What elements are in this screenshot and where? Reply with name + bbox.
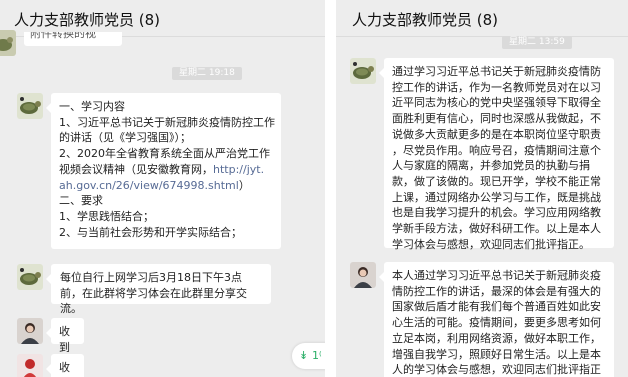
message-timestamp: 星期二 13:59 xyxy=(502,36,572,49)
message-line: 心生活的可能。疫情期间，要更多思考如何 xyxy=(392,316,601,330)
notice-line: 二、要求 xyxy=(59,194,103,208)
message-line: ，尽党员作用。响应号召，疫情期间注意个 xyxy=(392,143,601,157)
notice-line: 1、习近平总书记关于新冠肺炎疫情防控工作 xyxy=(59,115,275,129)
message-line: 学新手段方法，做好科研工作。以上是本人 xyxy=(392,222,601,236)
notice-line: 一、学习内容 xyxy=(59,100,125,113)
unread-count: 1⁽ xyxy=(312,349,322,362)
message-line: 人的学习体会与感想，欢迎同志们批评指正 xyxy=(392,363,601,377)
message-line: 本人通过学习习近平总书记关于新冠肺炎疫 xyxy=(392,269,601,282)
avatar-user[interactable] xyxy=(17,354,43,377)
previous-message-text: 附件转换的视 xyxy=(30,32,96,40)
right-chat-window: 人力支部教师党员 (8) 星期二 13:59 通过学习习近平总书记关于新冠肺炎疫… xyxy=(336,0,628,377)
title-divider xyxy=(336,36,628,37)
message-line: 款，做了该做的。现已开学，学校不能正常 xyxy=(392,174,601,188)
message-line: 控工作的讲话，作为一名教师党员对在以习 xyxy=(392,80,601,94)
deadline-message-text: 每位自行上网学习后3月18日下午3点前，在此群将学习体会在此群里分享交流。 xyxy=(60,271,247,316)
avatar-user[interactable] xyxy=(350,262,376,288)
avatar-turtle[interactable] xyxy=(350,58,376,84)
message-line: 增强自我学习，照顾好日常生活。以上是本 xyxy=(392,347,601,361)
reply-text: 收到 xyxy=(59,361,70,377)
message-line: 学习体会与感想，欢迎同志们批评指正。 xyxy=(392,237,590,251)
message-line: 面胜利更有信心，同时也深感从我做起，不 xyxy=(392,112,601,126)
education-site-link[interactable]: http://jyt. xyxy=(213,163,264,176)
left-chat-window: 人力支部教师党员 (8) 附件转换的视 星期二 19:18 一、学习内容 1、习… xyxy=(0,0,325,377)
message-line: 说做多大贡献更多的是在本职岗位坚守职责 xyxy=(392,127,601,141)
chat-title: 人力支部教师党员 (8) xyxy=(14,11,161,29)
message-line: 近平同志为核心的党中央坚强领导下取得全 xyxy=(392,96,601,110)
message-timestamp: 星期二 19:18 xyxy=(172,67,242,80)
message-line: 立足本岗，利用网络资源，做好本职工作， xyxy=(392,331,601,345)
notice-line: 视频会议精神（见安徽教育网， xyxy=(59,162,213,176)
reply-bubble[interactable]: 收到 xyxy=(46,318,84,354)
message-line: 国家做后盾才能有我们每个普通百姓如此安 xyxy=(392,300,601,314)
window-gap xyxy=(325,0,336,377)
message-line: 上课，通过网络办公学习与工作，既是挑战 xyxy=(392,190,601,204)
previous-message-bubble[interactable]: 附件转换的视 xyxy=(24,32,122,46)
message-line: 人与家庭的隔离，并参加党员的执勤与捐 xyxy=(392,159,590,173)
right-title-bar: 人力支部教师党员 (8) xyxy=(336,0,628,36)
notice-line: 1、学思践悟结合； xyxy=(59,209,154,223)
double-chevron-down-icon: ↡ xyxy=(299,349,309,362)
message-line: 也是自我学习提升的机会。学习应用网络教 xyxy=(392,206,601,220)
avatar-turtle[interactable] xyxy=(17,93,43,119)
chat-title: 人力支部教师党员 (8) xyxy=(352,11,499,29)
left-title-bar: 人力支部教师党员 (8) xyxy=(0,0,325,36)
notice-line: 2、与当前社会形势和开学实际结合； xyxy=(59,225,242,239)
study-notice-bubble[interactable]: 一、学习内容 1、习近平总书记关于新冠肺炎疫情防控工作 的讲话（见《学习强国》）… xyxy=(46,93,281,249)
reply-bubble[interactable]: 收到 xyxy=(46,354,84,377)
notice-line: ） xyxy=(238,178,250,192)
study-reflection-bubble[interactable]: 通过学习习近平总书记关于新冠肺炎疫情防 控工作的讲话，作为一名教师党员对在以习 … xyxy=(379,58,614,251)
avatar-turtle[interactable] xyxy=(17,264,43,290)
notice-line: 的讲话（见《学习强国》）； xyxy=(59,131,191,145)
avatar-turtle[interactable] xyxy=(0,30,16,56)
notice-line: 2、2020年全省教育系统全面从严治党工作 xyxy=(59,147,270,161)
message-line: 通过学习习近平总书记关于新冠肺炎疫情防 xyxy=(392,65,601,78)
reply-text: 收到 xyxy=(59,325,70,354)
avatar-user[interactable] xyxy=(17,318,43,344)
deadline-message-bubble[interactable]: 每位自行上网学习后3月18日下午3点前，在此群将学习体会在此群里分享交流。 xyxy=(46,264,271,315)
new-messages-button[interactable]: ↡ 1⁽ xyxy=(292,343,325,369)
education-site-link[interactable]: ah.gov.cn/26/view/674998.shtml xyxy=(59,179,239,192)
study-reflection-bubble[interactable]: 本人通过学习习近平总书记关于新冠肺炎疫 情防控工作的讲话，最深的体会是有强大的 … xyxy=(379,262,614,377)
message-line: 情防控工作的讲话，最深的体会是有强大的 xyxy=(392,284,601,298)
